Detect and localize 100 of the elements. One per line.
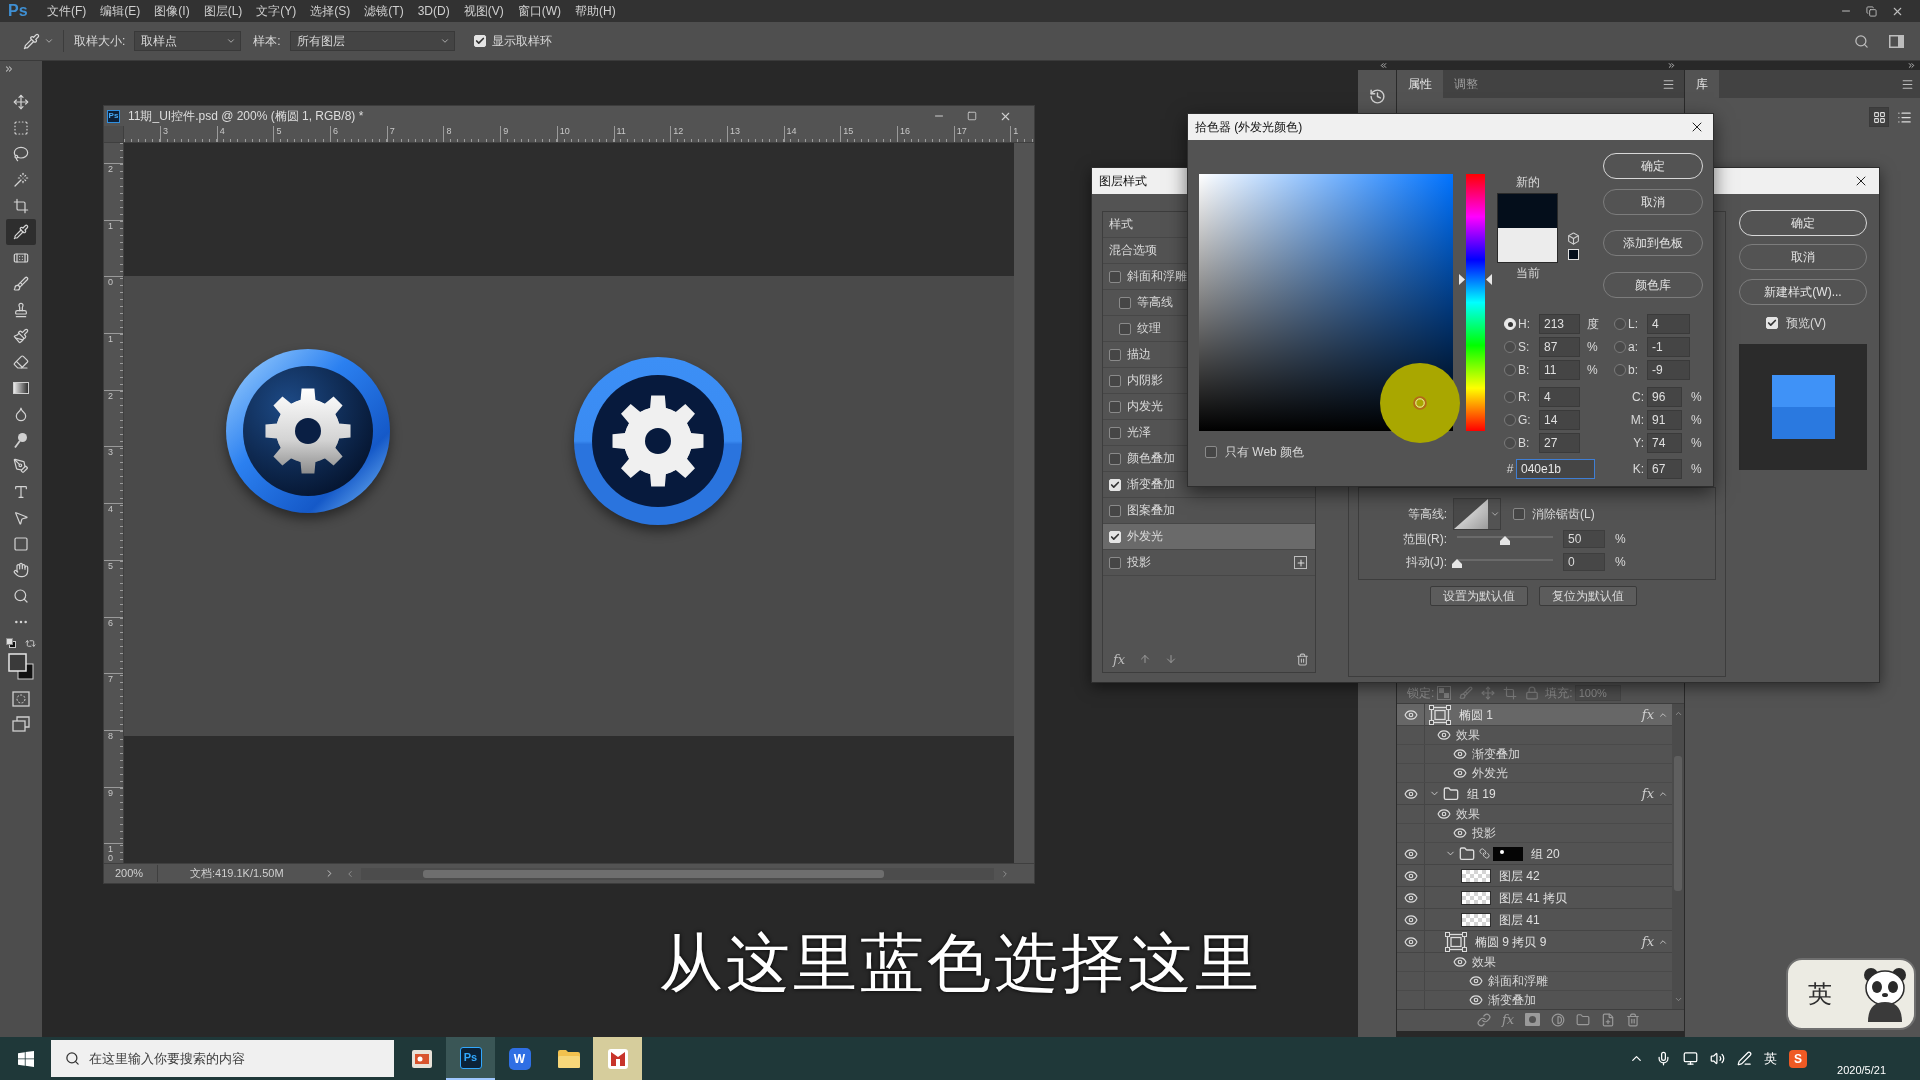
menu-item[interactable]: 图层(L) [196, 2, 250, 20]
hue-slider[interactable] [1459, 174, 1492, 431]
swap-arrows-icon[interactable] [25, 637, 36, 649]
crop-icon[interactable] [1503, 686, 1518, 700]
list-view-icon[interactable] [1897, 109, 1912, 125]
radio-button[interactable] [1504, 414, 1516, 426]
panel-menu-icon[interactable] [1662, 77, 1675, 91]
style-list-item[interactable]: 描边 [1109, 342, 1151, 367]
radio-button[interactable] [1504, 341, 1516, 353]
half-circle-icon[interactable] [1551, 1012, 1566, 1027]
menu-item[interactable]: 3D(D) [410, 2, 457, 20]
color-marker-icon[interactable] [1412, 395, 1427, 410]
style-list-item[interactable]: 等高线 [1119, 290, 1173, 315]
menu-item[interactable]: 滤镜(T) [357, 2, 411, 20]
add-icon[interactable] [1294, 556, 1307, 569]
search-field[interactable]: 在这里输入你要搜索的内容 [51, 1040, 394, 1077]
color-swatches-icon[interactable] [8, 653, 34, 681]
checkbox[interactable] [1119, 322, 1131, 335]
style-list-item[interactable]: 外发光 [1109, 524, 1163, 549]
grid-view-button[interactable] [1869, 107, 1889, 127]
folder-icon[interactable] [1576, 1012, 1591, 1027]
checkbox[interactable] [1119, 296, 1131, 309]
checkbox[interactable] [1513, 508, 1525, 520]
menu-item[interactable]: 帮助(H) [568, 2, 623, 20]
number-field[interactable]: 14 [1539, 410, 1580, 430]
number-field[interactable]: 96 [1647, 387, 1682, 407]
ime-logo-tile[interactable]: S [1789, 1049, 1808, 1068]
speaker-icon[interactable] [1710, 1051, 1726, 1066]
collapse-panel-icon[interactable] [1379, 61, 1388, 70]
trash-icon[interactable] [1626, 1012, 1641, 1027]
contour-picker[interactable] [1453, 498, 1501, 530]
number-field[interactable]: 91 [1647, 410, 1682, 430]
tool-preset-picker[interactable] [23, 32, 54, 50]
maximize-icon[interactable] [967, 111, 977, 121]
web-safe-swatch-icon[interactable] [1568, 249, 1579, 260]
number-field[interactable]: -1 [1647, 337, 1690, 357]
checkbox[interactable] [1109, 348, 1121, 361]
zoom-level[interactable]: 200% [104, 865, 158, 882]
number-field[interactable]: 0 [1563, 553, 1605, 571]
slider-thumb[interactable] [1500, 536, 1510, 545]
style-list-item[interactable]: 内阴影 [1109, 368, 1163, 393]
style-list-item[interactable]: 样式 [1109, 212, 1133, 237]
menu-item[interactable]: 编辑(E) [93, 2, 148, 20]
vertical-scrollbar[interactable] [1672, 704, 1684, 1009]
number-field[interactable]: 50 [1563, 530, 1605, 548]
panel-tab[interactable]: 库 [1685, 70, 1719, 98]
menu-item[interactable]: 文字(Y) [249, 2, 304, 20]
restore-icon[interactable] [1866, 5, 1877, 17]
checkbox[interactable] [1109, 556, 1121, 569]
dropdown[interactable]: 取样点 [134, 31, 242, 51]
style-list-item[interactable]: 光泽 [1109, 420, 1151, 445]
checkbox[interactable] [1109, 426, 1121, 439]
cube-icon[interactable] [1567, 232, 1580, 245]
new-layer-icon[interactable] [1601, 1012, 1616, 1027]
menu-item[interactable]: 选择(S) [303, 2, 358, 20]
expand-panel-icon[interactable] [4, 64, 14, 74]
collapse-panel-icon[interactable] [1907, 61, 1916, 70]
ime-status-widget[interactable]: 英 [1786, 958, 1916, 1030]
checkbox[interactable] [1109, 374, 1121, 387]
style-list-item[interactable]: 内发光 [1109, 394, 1163, 419]
checkerboard-icon[interactable] [1437, 686, 1452, 700]
taskbar-app-button[interactable]: Ps [446, 1037, 495, 1080]
number-field[interactable]: 74 [1647, 433, 1682, 453]
panel-tab[interactable]: 调整 [1443, 70, 1489, 98]
search-icon[interactable] [1854, 33, 1869, 49]
default-colors-icon[interactable] [6, 638, 16, 648]
number-field[interactable]: 87 [1539, 337, 1580, 357]
checkbox[interactable] [1109, 504, 1121, 517]
tool-button[interactable] [6, 219, 36, 245]
quick-mask-icon[interactable] [12, 691, 30, 707]
workspace-icon[interactable] [1889, 34, 1904, 48]
dialog-button[interactable]: 复位为默认值 [1539, 586, 1637, 606]
radio-button[interactable] [1614, 364, 1626, 376]
scrollbar-thumb[interactable] [423, 869, 884, 878]
collapse-panel-icon[interactable] [1667, 61, 1676, 70]
style-list-item[interactable]: 纹理 [1119, 316, 1161, 341]
trash-icon[interactable] [1296, 652, 1309, 666]
number-field[interactable]: 11 [1539, 360, 1580, 380]
taskbar-app-button[interactable] [593, 1037, 642, 1080]
taskbar-app-button[interactable]: W [495, 1037, 544, 1080]
input-mode-label[interactable]: 英 [1764, 1048, 1778, 1069]
microphone-icon[interactable] [1656, 1051, 1672, 1066]
panel-menu-icon[interactable] [1901, 77, 1914, 91]
menu-item[interactable]: 窗口(W) [510, 2, 568, 20]
hex-field[interactable]: 040e1b [1516, 459, 1595, 479]
number-field[interactable]: 4 [1647, 314, 1690, 334]
menu-item[interactable]: 视图(V) [456, 2, 511, 20]
screen-mode-icon[interactable] [12, 716, 30, 732]
pen-icon[interactable] [1737, 1051, 1753, 1066]
radio-button[interactable] [1504, 437, 1516, 449]
dialog-button[interactable]: 设置为默认值 [1430, 586, 1528, 606]
checkbox[interactable] [1109, 270, 1121, 283]
number-field[interactable]: 67 [1647, 459, 1682, 479]
style-list-item[interactable]: 渐变叠加 [1109, 472, 1175, 497]
style-list-item[interactable]: 斜面和浮雕 [1109, 264, 1187, 289]
number-field[interactable]: 27 [1539, 433, 1580, 453]
menu-item[interactable]: 图像(I) [147, 2, 197, 20]
radio-button[interactable] [1614, 341, 1626, 353]
number-field[interactable]: -9 [1647, 360, 1690, 380]
effects-badge[interactable]: fx [1113, 652, 1126, 666]
